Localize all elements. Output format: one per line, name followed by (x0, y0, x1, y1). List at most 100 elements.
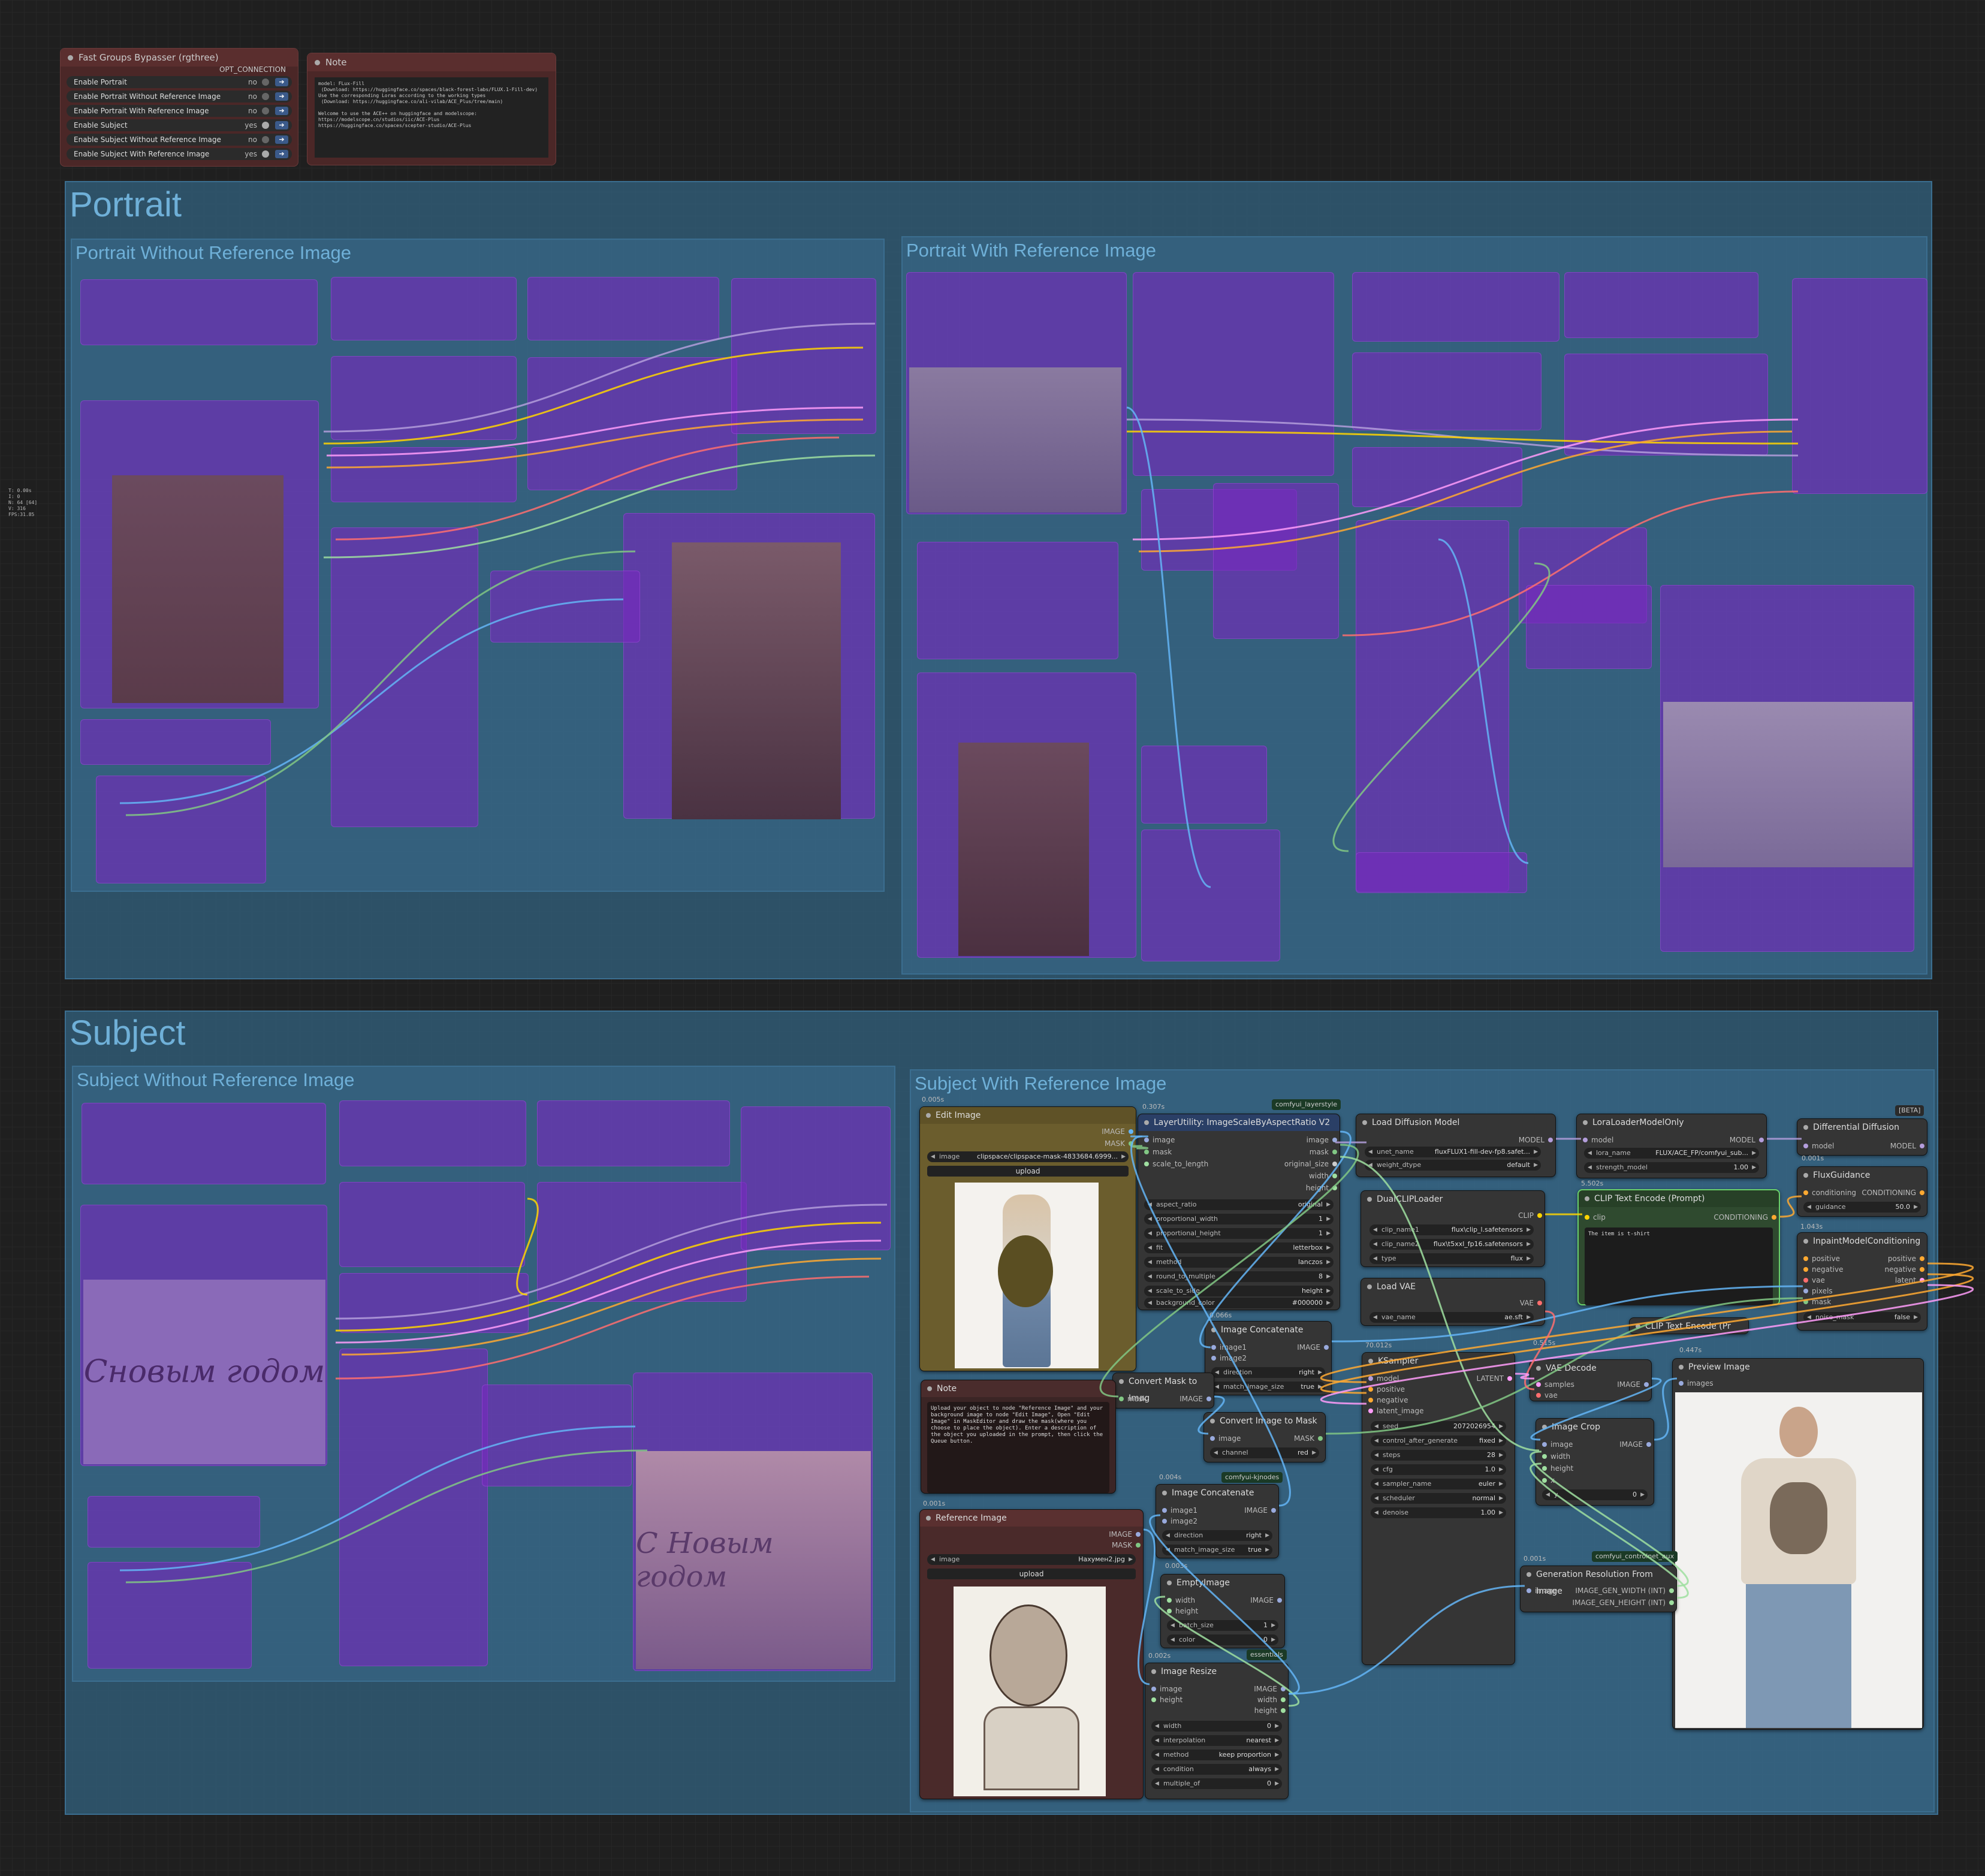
bypassed-node[interactable] (339, 1182, 525, 1267)
input-images[interactable]: images (1678, 1378, 1714, 1389)
ksampler-node[interactable]: KSampler model positive negative latent_… (1362, 1352, 1515, 1665)
bypassed-node[interactable] (88, 1496, 260, 1548)
lora-loader-node[interactable]: LoraLoaderModelOnly model MODEL lora_nam… (1576, 1114, 1767, 1178)
widget-lora-name[interactable]: lora_nameFLUX/ACE_FP/comfyui_sub... (1584, 1148, 1759, 1159)
bypassed-node[interactable] (331, 277, 517, 340)
image-select[interactable]: imageНахумен2.jpg (927, 1554, 1136, 1565)
output-image[interactable]: IMAGE (1617, 1379, 1649, 1390)
output-latent[interactable]: latent (1895, 1275, 1925, 1286)
widget-aspect-ratio[interactable]: aspect_ratiooriginal (1144, 1199, 1334, 1210)
fast-groups-bypasser-node[interactable]: Fast Groups Bypasser (rgthree) OPT_CONNE… (60, 48, 298, 167)
output-clip[interactable]: CLIP (1518, 1210, 1542, 1221)
bypassed-node[interactable] (80, 279, 318, 345)
bypassed-node[interactable] (1356, 520, 1509, 892)
bypassed-node[interactable] (537, 1182, 747, 1302)
widget-cfg[interactable]: cfg1.0 (1371, 1464, 1506, 1475)
input-height[interactable]: height (1150, 1694, 1182, 1705)
layer-utility-node[interactable]: LayerUtility: ImageScaleByAspectRatio V2… (1138, 1114, 1340, 1310)
widget-scale-to-side[interactable]: scale_to_sideheight (1144, 1286, 1334, 1296)
output-model[interactable]: MODEL (1519, 1135, 1553, 1145)
input-height[interactable]: height (1166, 1606, 1198, 1616)
node-title[interactable]: VAE Decode (1530, 1360, 1651, 1377)
input-image2[interactable]: image2 (1161, 1516, 1197, 1527)
input-width[interactable]: width (1541, 1451, 1570, 1462)
output-image[interactable]: IMAGE (1250, 1595, 1282, 1606)
preview-image-node[interactable]: Preview Image images (1672, 1358, 1924, 1730)
output-conditioning[interactable]: CONDITIONING (1714, 1212, 1776, 1223)
widget-condition[interactable]: conditionalways (1151, 1764, 1282, 1775)
node-title[interactable]: Note (921, 1380, 1115, 1397)
image-resize-node[interactable]: Image Resize image height IMAGE width he… (1145, 1663, 1289, 1799)
widget-channel[interactable]: channelred (1210, 1447, 1319, 1458)
note-textarea[interactable]: model: FLux-Fill (Download: https://hugg… (315, 77, 548, 158)
node-title[interactable]: Load Diffusion Model (1356, 1114, 1555, 1131)
node-title[interactable]: Convert Image to Mask (1204, 1413, 1325, 1429)
input-image[interactable]: image (1209, 1433, 1241, 1444)
input-image[interactable]: image (1150, 1684, 1182, 1694)
node-title[interactable]: Image Crop (1536, 1419, 1654, 1435)
output-model[interactable]: MODEL (1730, 1135, 1764, 1145)
bypassed-node[interactable] (331, 356, 517, 440)
widget-scheduler[interactable]: schedulernormal (1371, 1493, 1506, 1504)
output-image[interactable]: IMAGE (1109, 1529, 1141, 1540)
reference-image-node[interactable]: Reference Image IMAGE MASK imageНахумен2… (919, 1509, 1144, 1799)
output-latent[interactable]: LATENT (1477, 1373, 1513, 1384)
toggle-enable-portrait[interactable]: Enable Portrait no ➔ (67, 76, 292, 88)
bypassed-node[interactable] (917, 542, 1118, 659)
input-mask[interactable]: mask (1118, 1394, 1147, 1404)
note-node-top[interactable]: Note model: FLux-Fill (Download: https:/… (307, 53, 556, 165)
bypassed-node[interactable] (1133, 272, 1334, 476)
bypassed-node[interactable] (1564, 354, 1768, 456)
prompt-textarea[interactable]: The item is t-shirt (1585, 1227, 1773, 1305)
node-title[interactable]: EmptyImage (1161, 1575, 1284, 1591)
widget-direction[interactable]: directionright (1162, 1530, 1272, 1541)
node-title[interactable]: DualCLIPLoader (1361, 1191, 1544, 1208)
node-title[interactable]: LayerUtility: ImageScaleByAspectRatio V2 (1138, 1114, 1340, 1131)
image-concatenate-node-2[interactable]: Image Concatenate image1 image2 IMAGE di… (1156, 1484, 1279, 1558)
input-vae[interactable]: vae (1802, 1275, 1825, 1286)
toggle-enable-portrait-without[interactable]: Enable Portrait Without Reference Image n… (67, 91, 292, 102)
input-height[interactable]: height (1541, 1463, 1573, 1474)
bypassed-node[interactable]: Сновым годом (80, 1205, 327, 1466)
generation-resolution-node[interactable]: Generation Resolution From Image image I… (1520, 1566, 1677, 1612)
output-mask[interactable]: mask (1310, 1147, 1338, 1157)
widget-sampler-name[interactable]: sampler_nameeuler (1371, 1479, 1506, 1489)
image-select[interactable]: imageclipspace/clipspace-mask-4833684.69… (927, 1151, 1129, 1162)
bypassed-node[interactable] (623, 513, 875, 819)
input-mask[interactable]: mask (1143, 1147, 1172, 1157)
node-title[interactable]: Preview Image (1673, 1359, 1923, 1376)
input-image1[interactable]: image1 (1161, 1505, 1197, 1516)
widget-noise-mask[interactable]: noise_maskfalse (1803, 1312, 1921, 1323)
widget-seed[interactable]: seed2072026954 (1371, 1421, 1506, 1432)
input-width[interactable]: width (1166, 1595, 1195, 1606)
input-latent-image[interactable]: latent_image (1367, 1406, 1423, 1416)
node-title[interactable]: Image Concatenate (1205, 1322, 1331, 1338)
output-image[interactable]: image (1307, 1135, 1338, 1145)
bypassed-node[interactable] (331, 447, 517, 502)
output-width[interactable]: width (1257, 1694, 1286, 1705)
widget-method[interactable]: methodlanczos (1144, 1257, 1334, 1268)
widget-type[interactable]: typeflux (1369, 1253, 1534, 1264)
widget-multiple-of[interactable]: multiple_of0 (1151, 1778, 1282, 1789)
output-image[interactable]: IMAGE (1102, 1126, 1133, 1137)
toggle-enable-portrait-with[interactable]: Enable Portrait With Reference Image no ➔ (67, 105, 292, 117)
clip-text-encode-collapsed-node[interactable]: CLIP Text Encode (Pr (1629, 1317, 1749, 1334)
bypassed-node[interactable] (537, 1100, 730, 1166)
input-samples[interactable]: samples (1535, 1379, 1574, 1390)
toggle-enable-subject-with[interactable]: Enable Subject With Reference Image yes ➔ (67, 148, 292, 160)
input-clip[interactable]: clip (1583, 1212, 1606, 1223)
output-vae[interactable]: VAE (1520, 1298, 1543, 1308)
bypassed-node[interactable] (1564, 272, 1758, 338)
toggle-enable-subject[interactable]: Enable Subject yes ➔ (67, 119, 292, 131)
flux-guidance-node[interactable]: FluxGuidance conditioning CONDITIONING g… (1797, 1166, 1927, 1217)
input-scale-to-length[interactable]: scale_to_length (1143, 1159, 1208, 1169)
bypassed-node[interactable] (482, 1385, 632, 1486)
node-title[interactable]: Convert Mask to Imag (1113, 1373, 1214, 1403)
output-model[interactable]: MODEL (1890, 1141, 1925, 1151)
upload-button[interactable]: upload (927, 1569, 1136, 1579)
output-conditioning[interactable]: CONDITIONING (1862, 1187, 1924, 1198)
node-title[interactable]: Image Resize (1145, 1663, 1288, 1680)
bypassed-node[interactable] (741, 1106, 891, 1250)
bypassed-node[interactable] (96, 776, 266, 883)
bypassed-node[interactable] (1352, 272, 1559, 342)
